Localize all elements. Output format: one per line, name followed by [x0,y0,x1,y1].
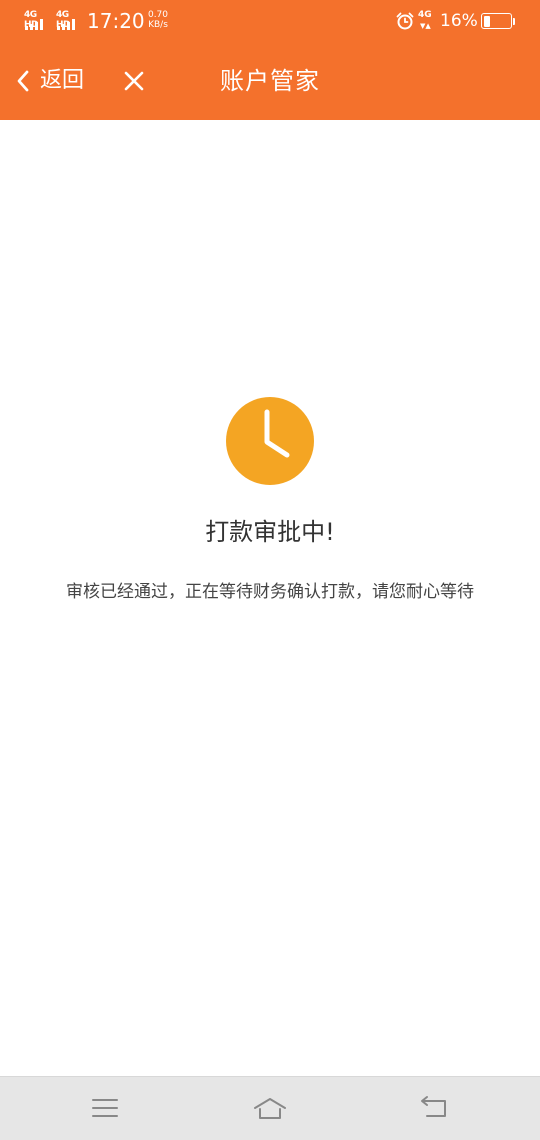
net-speed-unit: KB/s [148,20,168,30]
page-title: 账户管家 [220,67,320,95]
net-speed: 0.70 KB/s [144,10,172,30]
screen: 4G HD 4G HD 17:20 0.70 KB/s 4G ▼▲ 16% [0,0,540,1140]
menu-icon [88,1093,122,1123]
battery-level [484,16,490,27]
return-button[interactable] [418,1093,452,1123]
sim1-signal-icon: 4G HD [24,10,50,30]
alarm-icon [396,12,414,30]
battery-percent: 16% [440,11,478,31]
mobile-data-icon: 4G ▼▲ [418,10,432,30]
home-button[interactable] [253,1093,287,1123]
status-message: 审核已经通过，正在等待财务确认打款，请您耐心等待 [66,582,474,602]
menu-button[interactable] [88,1093,122,1123]
nav-bar: 返回 账户管家 [0,42,540,120]
status-time: 17:20 [87,9,145,33]
return-icon [418,1093,452,1123]
system-nav-bar [0,1076,540,1140]
status-title: 打款审批中! [205,518,335,546]
battery-icon [481,13,515,29]
home-icon [253,1093,287,1123]
status-bar: 4G HD 4G HD 17:20 0.70 KB/s 4G ▼▲ 16% [0,0,540,42]
sim2-signal-icon: 4G HD [56,10,82,30]
net-speed-value: 0.70 [147,10,169,20]
data-network-label: 4G [418,10,432,20]
clock-icon [225,396,315,486]
